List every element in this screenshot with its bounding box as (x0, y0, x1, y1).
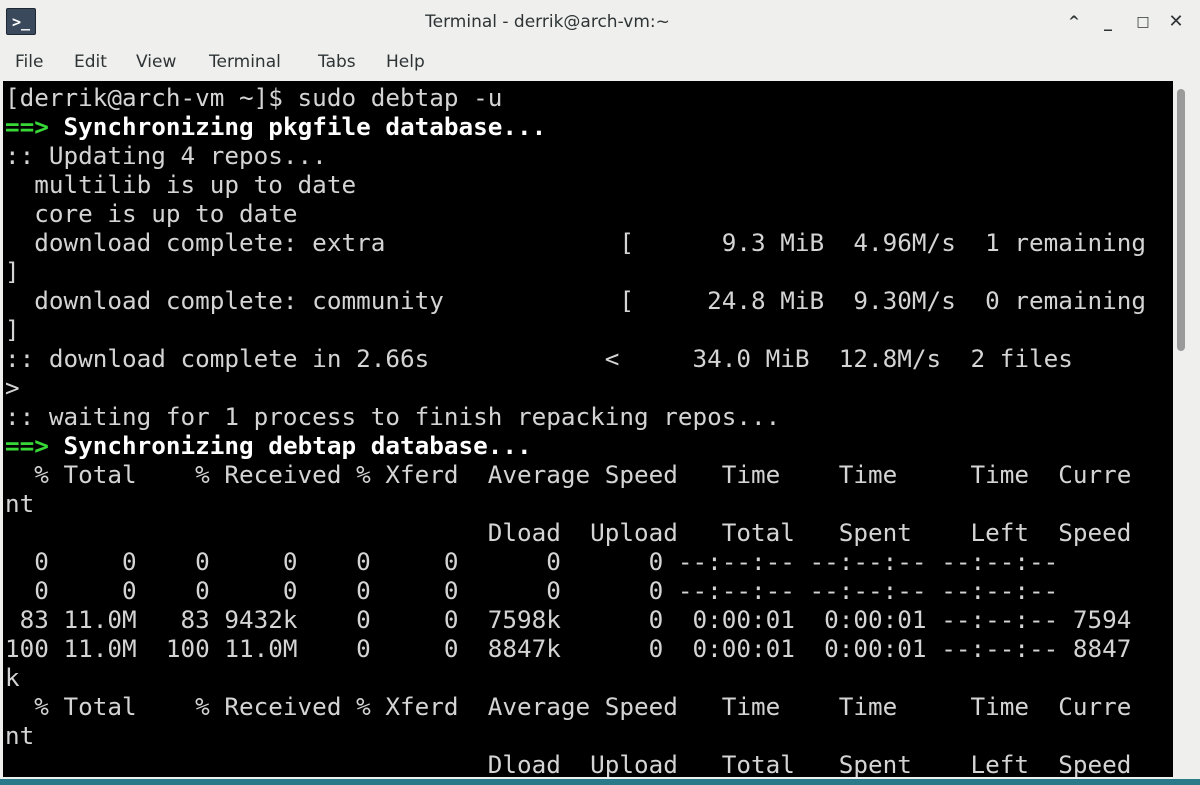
terminal-output[interactable]: [derrik@arch-vm ~]$ sudo debtap -u ==> Sy… (3, 81, 1173, 777)
terminal-line: k (5, 663, 20, 692)
terminal-line: Dload Upload Total Spent Left Speed (5, 750, 1132, 777)
terminal-line-text: nt (5, 489, 35, 518)
terminal-line: % Total % Received % Xferd Average Speed… (5, 692, 1131, 721)
menu-file[interactable]: File (15, 50, 43, 74)
title-bar[interactable]: >_ Terminal - derrik@arch-vm:~ ^ _ □ ✕ (0, 0, 1200, 44)
terminal-line-text: nt (5, 721, 35, 750)
terminal-line-text: > (5, 373, 20, 402)
terminal-line-text: % Total % Received % Xferd Average Speed… (5, 692, 1132, 721)
menu-terminal[interactable]: Terminal (209, 50, 281, 74)
terminal-line: :: Updating 4 repos... (5, 141, 327, 170)
terminal-line-text: core is up to date (5, 199, 298, 228)
terminal-line: multilib is up to date (5, 170, 356, 199)
terminal-line: 0 0 0 0 0 0 0 0 --:--:-- --:--:-- --:--:… (5, 576, 1058, 605)
terminal-line-text: 0 0 0 0 0 0 0 0 --:--:-- --:--:-- --:--:… (5, 547, 1059, 576)
terminal-line-text: multilib is up to date (5, 170, 357, 199)
terminal-line: download complete: extra [ 9.3 MiB 4.96M… (5, 228, 1146, 257)
terminal-line: Dload Upload Total Spent Left Speed (5, 518, 1132, 547)
terminal-line: :: download complete in 2.66s < 34.0 MiB… (5, 344, 1073, 373)
menu-edit[interactable]: Edit (74, 50, 107, 74)
terminal-line: ] (5, 257, 20, 286)
terminal-line: > (5, 373, 20, 402)
terminal-line-text: % Total % Received % Xferd Average Speed… (5, 460, 1132, 489)
window-title: Terminal - derrik@arch-vm:~ (425, 12, 670, 32)
terminal-line-text: :: Updating 4 repos... (5, 141, 327, 170)
terminal-line-text: Synchronizing debtap database... (48, 431, 532, 460)
terminal-line-text: 83 11.0M 83 9432k 0 0 7598k 0 0:00:01 0:… (5, 605, 1132, 634)
terminal-line: 83 11.0M 83 9432k 0 0 7598k 0 0:00:01 0:… (5, 605, 1132, 634)
terminal-line-text: Synchronizing pkgfile database... (48, 112, 547, 141)
terminal-line-text: ] (5, 257, 20, 286)
maximize-icon[interactable]: ^ (1062, 10, 1086, 34)
menu-help[interactable]: Help (386, 50, 425, 74)
terminal-line: % Total % Received % Xferd Average Speed… (5, 460, 1131, 489)
terminal-line-text: download complete: extra [ 9.3 MiB 4.96M… (5, 228, 1146, 257)
terminal-line: 0 0 0 0 0 0 0 0 --:--:-- --:--:-- --:--:… (5, 547, 1058, 576)
terminal-line-text: [derrik@arch-vm ~]$ sudo debtap -u (5, 83, 503, 112)
menu-view[interactable]: View (136, 50, 176, 74)
terminal-line: ==> Synchronizing debtap database... (5, 431, 532, 460)
terminal-line-text: Dload Upload Total Spent Left Speed (5, 518, 1132, 547)
menu-tabs[interactable]: Tabs (318, 50, 356, 74)
terminal-window: >_ Terminal - derrik@arch-vm:~ ^ _ □ ✕ F… (0, 0, 1200, 779)
terminal-line-text: Dload Upload Total Spent Left Speed (5, 750, 1132, 777)
desktop-background (0, 779, 1200, 785)
terminal-line-text: :: download complete in 2.66s < 34.0 MiB… (5, 344, 1073, 373)
close-icon[interactable]: ✕ (1164, 10, 1188, 34)
terminal-line-text: 100 11.0M 100 11.0M 0 0 8847k 0 0:00:01 … (5, 634, 1132, 663)
terminal-line: [derrik@arch-vm ~]$ sudo debtap -u (5, 83, 502, 112)
terminal-line: 100 11.0M 100 11.0M 0 0 8847k 0 0:00:01 … (5, 634, 1131, 663)
terminal-line: nt (5, 489, 34, 518)
restore-icon[interactable]: □ (1131, 10, 1155, 34)
prompt-arrow: ==> (5, 112, 49, 141)
terminal-line-text: download complete: community [ 24.8 MiB … (5, 286, 1146, 315)
minimize-icon[interactable]: _ (1096, 10, 1120, 34)
terminal-line: nt (5, 721, 34, 750)
terminal-line: core is up to date (5, 199, 298, 228)
terminal-line: ==> Synchronizing pkgfile database... (5, 112, 546, 141)
terminal-line-text: ] (5, 315, 20, 344)
terminal-line-text: 0 0 0 0 0 0 0 0 --:--:-- --:--:-- --:--:… (5, 576, 1059, 605)
terminal-line: download complete: community [ 24.8 MiB … (5, 286, 1146, 315)
menu-bar: File Edit View Terminal Tabs Help (0, 44, 1200, 80)
terminal-line-text: :: waiting for 1 process to finish repac… (5, 402, 781, 431)
prompt-arrow: ==> (5, 431, 49, 460)
scrollbar-thumb[interactable] (1177, 89, 1185, 351)
terminal-line: :: waiting for 1 process to finish repac… (5, 402, 780, 431)
terminal-scrollbar[interactable] (1173, 81, 1197, 777)
terminal-line: ] (5, 315, 20, 344)
terminal-line-text: k (5, 663, 20, 692)
